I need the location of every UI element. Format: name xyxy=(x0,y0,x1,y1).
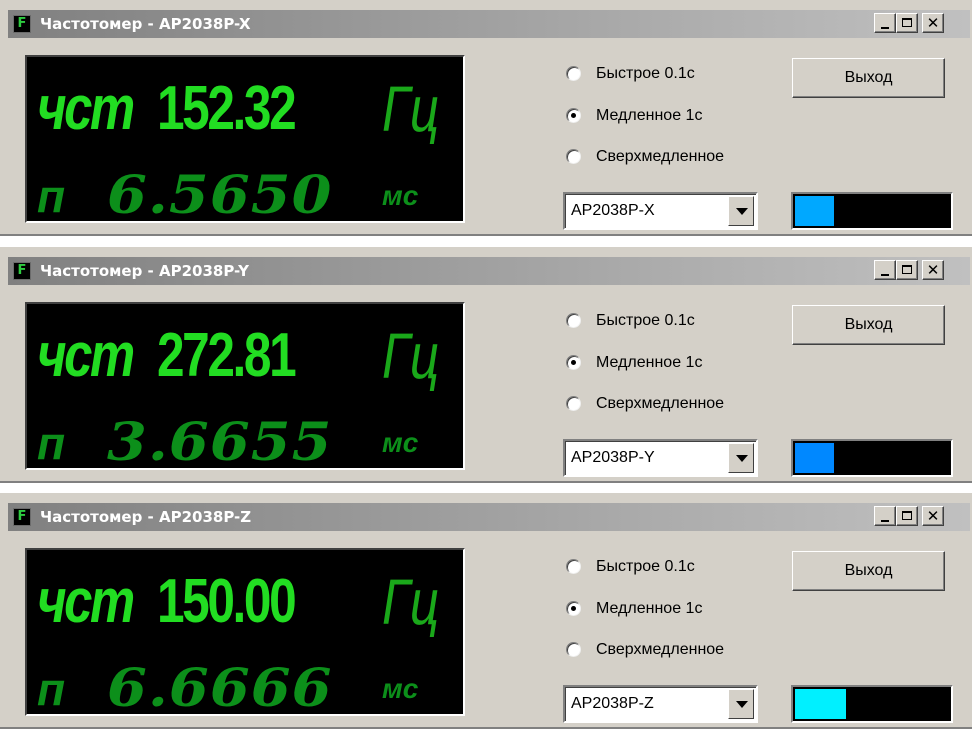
radio-circle[interactable] xyxy=(566,313,581,328)
mode-label: Медленное 1с xyxy=(596,107,703,124)
period-prefix: п xyxy=(37,663,66,715)
frequency-meter-window: F Частотомер - AP2038P-X ✕ чст 152.32 Гц… xyxy=(0,0,972,236)
radio-circle[interactable] xyxy=(566,601,581,616)
close-icon: ✕ xyxy=(926,14,940,32)
chevron-down-icon xyxy=(736,455,748,462)
exit-button[interactable]: Выход xyxy=(792,58,945,98)
device-select-value: AP2038P-Y xyxy=(571,449,655,466)
period-value: 6.5650 xyxy=(107,165,333,223)
mode-label: Сверхмедленное xyxy=(596,641,725,658)
title-bar[interactable]: F Частотомер - AP2038P-Z ✕ xyxy=(8,503,970,531)
chevron-down-icon xyxy=(736,208,748,215)
radio-circle[interactable] xyxy=(566,642,581,657)
maximize-icon xyxy=(902,18,912,27)
mode-label: Сверхмедленное xyxy=(596,148,725,165)
maximize-button[interactable] xyxy=(896,13,918,33)
mode-label: Быстрое 0.1с xyxy=(596,558,695,575)
radio-circle[interactable] xyxy=(566,396,581,411)
exit-button[interactable]: Выход xyxy=(792,551,945,591)
exit-button[interactable]: Выход xyxy=(792,305,945,345)
signal-level-bar xyxy=(791,439,953,477)
radio-selected-dot xyxy=(571,606,576,611)
minimize-icon xyxy=(881,27,889,29)
minimize-button[interactable] xyxy=(874,506,896,526)
frequency-prefix: чст xyxy=(37,74,135,143)
period-unit: мс xyxy=(382,427,419,458)
device-select[interactable]: AP2038P-Y xyxy=(563,439,758,477)
mode-label: Быстрое 0.1с xyxy=(596,312,695,329)
period-value: 3.6655 xyxy=(107,412,333,470)
radio-selected-dot xyxy=(571,113,576,118)
device-select[interactable]: AP2038P-X xyxy=(563,192,758,230)
radio-circle[interactable] xyxy=(566,66,581,81)
maximize-button[interactable] xyxy=(896,506,918,526)
minimize-icon xyxy=(881,274,889,276)
signal-level-fill xyxy=(795,443,834,473)
minimize-button[interactable] xyxy=(874,260,896,280)
device-select-value: AP2038P-X xyxy=(571,202,655,219)
app-icon[interactable]: F xyxy=(13,15,31,33)
mode-label: Медленное 1с xyxy=(596,354,703,371)
app-icon[interactable]: F xyxy=(13,508,31,526)
signal-level-fill xyxy=(795,196,834,226)
period-unit: мс xyxy=(382,180,419,211)
mode-label: Сверхмедленное xyxy=(596,395,725,412)
title-bar[interactable]: F Частотомер - AP2038P-X ✕ xyxy=(8,10,970,38)
window-title: Частотомер - AP2038P-Y xyxy=(40,262,249,280)
radio-selected-dot xyxy=(571,360,576,365)
frequency-value: 150.00 xyxy=(157,567,297,636)
dropdown-button[interactable] xyxy=(728,689,754,719)
radio-circle[interactable] xyxy=(566,355,581,370)
signal-level-bar xyxy=(791,685,953,723)
period-unit: мс xyxy=(382,673,419,704)
period-value: 6.6666 xyxy=(107,658,333,716)
maximize-icon xyxy=(902,265,912,274)
radio-circle[interactable] xyxy=(566,108,581,123)
radio-circle[interactable] xyxy=(566,149,581,164)
frequency-meter-window: F Частотомер - AP2038P-Z ✕ чст 150.00 Гц… xyxy=(0,493,972,729)
frequency-prefix: чст xyxy=(37,567,135,636)
frequency-unit: Гц xyxy=(382,73,440,145)
signal-level-fill xyxy=(795,689,846,719)
frequency-meter-window: F Частотомер - AP2038P-Y ✕ чст 272.81 Гц… xyxy=(0,247,972,483)
chevron-down-icon xyxy=(736,701,748,708)
frequency-value: 152.32 xyxy=(157,74,297,143)
minimize-icon xyxy=(881,520,889,522)
close-icon: ✕ xyxy=(926,261,940,279)
device-select[interactable]: AP2038P-Z xyxy=(563,685,758,723)
measurement-display: чст 152.32 Гц п 6.5650 мс xyxy=(25,55,465,223)
dropdown-button[interactable] xyxy=(728,196,754,226)
mode-label: Медленное 1с xyxy=(596,600,703,617)
minimize-button[interactable] xyxy=(874,13,896,33)
maximize-button[interactable] xyxy=(896,260,918,280)
close-icon: ✕ xyxy=(926,507,940,525)
frequency-unit: Гц xyxy=(382,566,440,638)
dropdown-button[interactable] xyxy=(728,443,754,473)
frequency-prefix: чст xyxy=(37,321,135,390)
maximize-icon xyxy=(902,511,912,520)
device-select-value: AP2038P-Z xyxy=(571,695,654,712)
frequency-unit: Гц xyxy=(382,320,440,392)
measurement-display: чст 150.00 Гц п 6.6666 мс xyxy=(25,548,465,716)
radio-circle[interactable] xyxy=(566,559,581,574)
window-title: Частотомер - AP2038P-X xyxy=(40,15,251,33)
window-title: Частотомер - AP2038P-Z xyxy=(40,508,252,526)
close-button[interactable]: ✕ xyxy=(922,13,944,33)
signal-level-bar xyxy=(791,192,953,230)
frequency-value: 272.81 xyxy=(157,321,297,390)
app-icon[interactable]: F xyxy=(13,262,31,280)
close-button[interactable]: ✕ xyxy=(922,506,944,526)
period-prefix: п xyxy=(37,170,66,222)
close-button[interactable]: ✕ xyxy=(922,260,944,280)
mode-label: Быстрое 0.1с xyxy=(596,65,695,82)
period-prefix: п xyxy=(37,417,66,469)
title-bar[interactable]: F Частотомер - AP2038P-Y ✕ xyxy=(8,257,970,285)
measurement-display: чст 272.81 Гц п 3.6655 мс xyxy=(25,302,465,470)
